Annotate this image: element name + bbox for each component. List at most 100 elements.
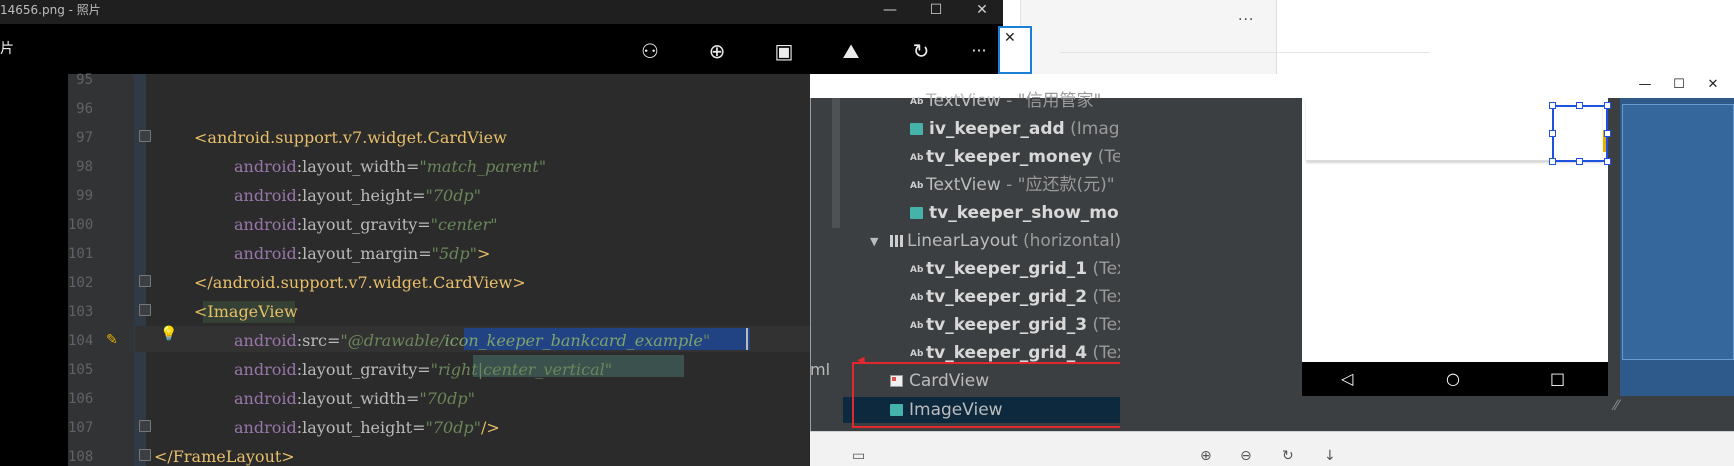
line-number: 104 xyxy=(68,333,94,349)
resize-handle[interactable] xyxy=(1549,102,1556,109)
share-icon[interactable]: ⚇ xyxy=(637,38,663,64)
tag-open: < xyxy=(194,302,208,321)
zoom-in-icon[interactable]: ⊕ xyxy=(1200,448,1212,464)
panel-icon[interactable]: ▭ xyxy=(852,448,865,464)
tree-item-meta: (horizontal) xyxy=(1017,231,1120,251)
close-icon[interactable]: ✕ xyxy=(1004,30,1016,46)
resize-grip-icon[interactable]: ⁄⁄ xyxy=(1614,398,1619,414)
attr-namespace: android xyxy=(234,360,297,379)
text-icon: Ab xyxy=(910,349,924,359)
line-number: 103 xyxy=(68,304,94,320)
blueprint-component xyxy=(1622,104,1734,360)
code-line: android:layout_gravity="right|center_ver… xyxy=(234,360,612,379)
tree-item-tv-keeper-money[interactable]: Abtv_keeper_money (TextV xyxy=(910,144,1120,170)
image-icon xyxy=(910,123,923,135)
tree-item-tv-keeper-grid-2[interactable]: Abtv_keeper_grid_2 (TextVi xyxy=(910,284,1120,310)
line-number: 101 xyxy=(68,246,94,262)
back-icon[interactable]: ◁ xyxy=(1341,364,1353,394)
attr-name: layout_width xyxy=(302,389,406,408)
resize-handle[interactable] xyxy=(1576,102,1583,109)
refresh-icon[interactable]: ↻ xyxy=(1282,448,1294,464)
resize-handle[interactable] xyxy=(1549,130,1556,137)
attr-value: "5dp" xyxy=(431,244,478,263)
tree-item-tv-keeper-grid-4[interactable]: Abtv_keeper_grid_4 (TextVi xyxy=(910,340,1120,362)
line-number: 105 xyxy=(68,362,94,378)
tree-item-meta: (TextV xyxy=(1097,147,1120,167)
fold-marker[interactable] xyxy=(139,130,151,142)
minimize-button[interactable]: — xyxy=(1630,74,1660,96)
pencil-icon: ✎ xyxy=(106,332,118,348)
home-icon[interactable]: ○ xyxy=(1446,364,1460,394)
attr-namespace: android xyxy=(234,215,297,234)
attr-name: src xyxy=(302,331,327,350)
rotate-icon[interactable]: ↻ xyxy=(908,38,934,64)
attr-value: "match_parent" xyxy=(419,157,547,176)
close-button[interactable]: ✕ xyxy=(960,0,1003,22)
maximize-button[interactable]: ☐ xyxy=(914,0,958,22)
attr-name: layout_width xyxy=(302,157,406,176)
tree-item-label: tv_keeper_money xyxy=(926,147,1093,167)
zoom-icon[interactable]: ⊕ xyxy=(704,38,730,64)
tree-item-tv-keeper-show-money[interactable]: tv_keeper_show_money xyxy=(910,200,1120,226)
edit-icon[interactable]: ⛰ xyxy=(838,38,864,64)
tree-item-label: LinearLayout xyxy=(907,231,1018,251)
attr-namespace: android xyxy=(234,418,297,437)
tree-item-meta: (TextVi xyxy=(1092,343,1120,362)
attr-name: layout_height xyxy=(302,418,413,437)
lightbulb-icon[interactable]: 💡 xyxy=(160,326,177,342)
fold-marker[interactable] xyxy=(139,304,151,316)
scrollbar[interactable] xyxy=(832,98,840,228)
resize-handle[interactable] xyxy=(1604,130,1611,137)
tree-item-label: TextView xyxy=(926,175,1001,195)
resize-handle[interactable] xyxy=(1549,158,1556,165)
equals: = xyxy=(412,186,426,205)
linear-layout-icon xyxy=(890,235,903,247)
recent-apps-icon[interactable]: □ xyxy=(1550,364,1565,394)
code-line: <ImageView xyxy=(194,302,298,321)
resize-handle[interactable] xyxy=(1604,102,1611,109)
attr-value: " xyxy=(604,360,613,379)
fold-marker[interactable] xyxy=(139,275,151,287)
attr-namespace: android xyxy=(234,331,297,350)
minimize-button[interactable]: — xyxy=(868,0,912,22)
tree-item-meta: (TextVi xyxy=(1092,259,1120,279)
tree-item-textview[interactable]: Ab TextView - "应还款(元)" xyxy=(910,172,1120,198)
fold-marker[interactable] xyxy=(139,449,151,461)
line-number: 107 xyxy=(68,420,94,436)
closing-tag: </FrameLayout> xyxy=(154,447,295,466)
equals: = xyxy=(405,389,420,408)
tree-item-meta: - "信用管家" xyxy=(1000,91,1102,111)
zoom-out-icon[interactable]: ⊖ xyxy=(1240,448,1252,464)
attr-value: " xyxy=(702,331,711,350)
more-icon[interactable]: ··· xyxy=(966,38,992,64)
tag-name: android.support.v7.widget.CardView xyxy=(207,128,507,147)
text-cursor xyxy=(746,328,748,350)
selected-value: icon_keeper_bankcard_example xyxy=(444,331,703,350)
equals: = xyxy=(418,244,432,263)
tree-item-iv-keeper-add[interactable]: iv_keeper_add (ImageVie xyxy=(910,116,1120,142)
expand-triangle-icon[interactable]: ▼ xyxy=(870,235,878,248)
text-icon: Ab xyxy=(910,265,924,275)
code-line: android:src="@drawable/icon_keeper_bankc… xyxy=(234,331,710,350)
more-icon[interactable]: ··· xyxy=(1238,12,1264,28)
tree-item-textview[interactable]: Ab TextView - "信用管家" xyxy=(910,88,1120,114)
tag-end: > xyxy=(477,244,491,263)
selection-box[interactable] xyxy=(1552,105,1608,162)
line-number: 97 xyxy=(76,130,93,146)
slideshow-icon[interactable]: ▣ xyxy=(771,38,797,64)
resize-handle[interactable] xyxy=(1576,158,1583,165)
download-icon[interactable]: ↓ xyxy=(1324,448,1336,464)
tree-item-tv-keeper-grid-3[interactable]: Abtv_keeper_grid_3 (TextVi xyxy=(910,312,1120,338)
window-titlebar: 14656.png - 照片 — ☐ ✕ xyxy=(0,0,1003,24)
divider xyxy=(1276,0,1277,75)
line-number: 108 xyxy=(68,449,94,465)
resize-handle[interactable] xyxy=(1604,158,1611,165)
tree-item-linearlayout[interactable]: LinearLayout (horizontal) xyxy=(890,228,1120,254)
tree-item-tv-keeper-grid-1[interactable]: Abtv_keeper_grid_1 (TextVi xyxy=(910,256,1120,282)
code-line: android:layout_margin="5dp"> xyxy=(234,244,490,263)
close-button[interactable]: ✕ xyxy=(1698,74,1728,96)
fold-marker[interactable] xyxy=(139,420,151,432)
attr-value: " xyxy=(430,360,439,379)
maximize-button[interactable]: ☐ xyxy=(1664,74,1694,96)
attr-value: "center" xyxy=(430,215,498,234)
